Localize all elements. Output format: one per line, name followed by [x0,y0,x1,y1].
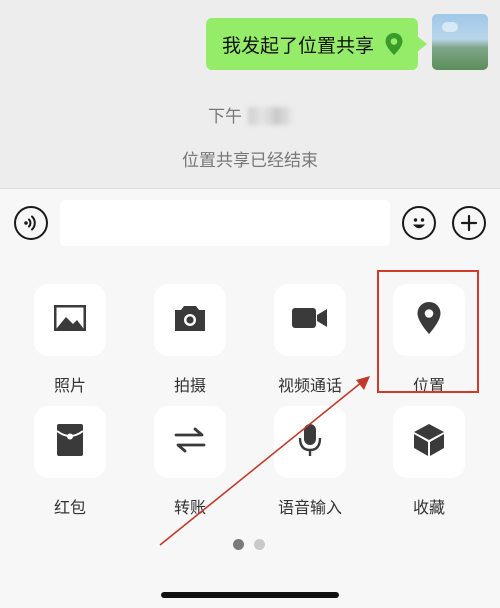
home-indicator[interactable] [161,592,339,598]
page-dot-2[interactable] [254,539,265,550]
annotation-arrow [159,376,370,546]
page-dot-1[interactable] [233,539,244,550]
page-indicator [233,539,265,550]
